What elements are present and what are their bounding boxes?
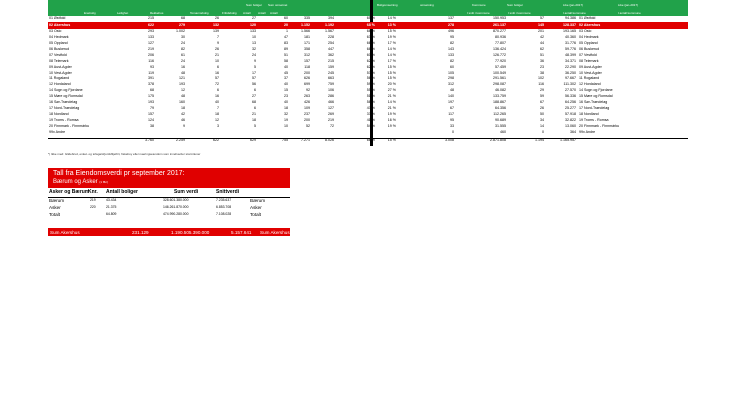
header-label: I antall kommune (563, 11, 586, 15)
sum-antall: 231.129 (132, 229, 149, 235)
sum-verdi: 1.190.505.390.000 (171, 229, 210, 235)
cell-antall: 64.809 (106, 212, 117, 216)
cell-sum: 474.990.280.000 (163, 212, 189, 216)
sum-akershus-row: Sum Akershus 231.129 1.190.505.390.000 5… (48, 228, 290, 236)
header-snittverdi: Snittverdi (216, 189, 240, 195)
header-label: Antall (258, 11, 266, 15)
header-label: Like (jan-2017) (618, 3, 639, 7)
value-cell-right: 460 (500, 129, 506, 134)
cell-antall: 43.434 (106, 198, 117, 202)
value-cell-right: 0 (542, 129, 544, 134)
header-label: Enebolig (84, 11, 96, 15)
county-name: 99x Andre (49, 129, 66, 134)
cell-name: Bærum (49, 198, 65, 203)
value-cell: 1.192 (325, 23, 334, 28)
sum-divider (48, 137, 688, 139)
header-sum-verdi: Sum verdi (174, 189, 199, 195)
county-name: 02 Akershus (49, 23, 71, 28)
table-row: 02 Akershus 622 279 132 120 20 1.152 1.192 68 % 1… (48, 22, 688, 30)
header-label: I snitt i kommune (508, 11, 531, 15)
cell-sum: 328.601.380.000 (163, 198, 189, 202)
sum-value: 3.760 (145, 138, 154, 142)
cell-sum: 146.261.870.000 (163, 205, 189, 209)
percent-cell: 13 % (387, 23, 396, 28)
cell-snitt: 7.108.028 (216, 212, 232, 216)
header-label: Kommune (472, 3, 486, 7)
sum-value-right: 1.165.957 (560, 138, 576, 142)
eiendomsverdi-header-row: Asker og Bærum Knr. Antall boliger Sum v… (48, 189, 290, 198)
header-antall: Antall boliger (106, 189, 138, 195)
subtitle-unit: (1 ffkr) (99, 180, 108, 184)
sum-snitt: 5.157.641 (231, 229, 252, 235)
sum-value: 8.026 (325, 138, 334, 142)
header-label: Tomannsbolig (190, 11, 209, 15)
header-label: Sum boliger (507, 3, 524, 7)
value-cell: 1.152 (301, 23, 310, 28)
header-label: Sum boliger (246, 3, 263, 7)
cell-name2: Bærum (250, 198, 266, 203)
sum-value: 622 (213, 138, 219, 142)
cell-antall: 21.375 (106, 205, 117, 209)
sum-value-right: 1.194 (535, 138, 544, 142)
sum-value: 755 (282, 138, 288, 142)
cell-snitt: 6.853.708 (216, 205, 232, 209)
header-label: Rekkehus (150, 11, 164, 15)
header-knr: Knr. (88, 189, 98, 195)
sum-percent: 15 % (387, 138, 396, 142)
sum-label: Sum Akershus (50, 229, 80, 235)
header-label: Fritidsbolig (222, 11, 237, 15)
value-cell-right: 278 (448, 23, 454, 28)
eiendomsverdi-subtitle: Bærum og Asker (1 ffkr) (53, 179, 108, 185)
value-cell: 622 (148, 23, 154, 28)
cell-name: Totalt (49, 212, 60, 217)
spreadsheet: Enebolig Leilighet Rekkehus Tomannsbolig Fri… (0, 0, 746, 419)
cell-name: Asker (49, 205, 61, 210)
value-cell: 279 (179, 23, 185, 28)
header-label: Antall (270, 11, 278, 15)
cell-knr: 219 (90, 198, 96, 202)
value-cell-right: 128.337 (563, 23, 576, 28)
value-cell: 20 (284, 23, 288, 28)
header-label: Sum omsetnet (268, 3, 288, 7)
table-row: 99x Andre 0 460 0 364 99x Andre (48, 130, 688, 136)
sum-value: 2.259 (176, 138, 185, 142)
header-label: Antall (243, 11, 251, 15)
value-cell: 120 (250, 23, 256, 28)
footnote: *) Ikke med: Glidebrud, enkel- og tofaga… (48, 152, 201, 156)
value-cell: 132 (213, 23, 219, 28)
sum-value-right: 3.008 (445, 138, 454, 142)
header-label: Leilighet (117, 11, 129, 15)
eiendomsverdi-row: Asker 220 21.375 146.261.870.000 6.853.708 As… (48, 205, 290, 211)
header-label: Boligomsetning (377, 3, 398, 7)
sum-row: 3.760 2.259 622 629 755 7.271 8.026 66 % 15 % 3.0… (48, 138, 688, 144)
header-label: Like (jan-2017) (563, 3, 584, 7)
cell-snitt: 7.235.637 (216, 198, 232, 202)
eiendomsverdi-row: Totalt 64.809 474.990.280.000 7.108.028 Tota… (48, 212, 290, 218)
eiendomsverdi-row: Bærum 219 43.434 328.601.380.000 7.235.637 Bæ… (48, 198, 290, 204)
value-cell-right: 145 (538, 23, 544, 28)
sum-percent: 66 % (366, 138, 375, 142)
cell-name2: Asker (250, 205, 262, 210)
value-cell-right: 261.137 (493, 23, 506, 28)
value-cell-right: 0 (452, 129, 454, 134)
percent-cell: 68 % (366, 23, 375, 28)
subtitle-text: Bærum og Asker (53, 179, 98, 185)
header-asker-baerum: Asker og Bærum (49, 189, 90, 195)
sum-value: 629 (250, 138, 256, 142)
header-label: I snitt i kommune (467, 11, 490, 15)
table-header-bar (48, 0, 688, 16)
county-name-right: 02 Akershus (579, 23, 601, 28)
value-cell-right: 364 (570, 129, 576, 134)
sum-value: 7.271 (301, 138, 310, 142)
sum-label-2: Sum Akershus (260, 229, 290, 235)
county-name-right: 99x Andre (579, 129, 596, 134)
eiendomsverdi-title-text: Tall fra Eiendomsverdi pr september 2017… (53, 170, 185, 177)
header-separator (370, 0, 373, 16)
cell-name2: Totalt (250, 212, 261, 217)
cell-knr: 220 (90, 205, 96, 209)
header-label: omsetning (420, 3, 434, 7)
header-label: I antall kommune (618, 11, 641, 15)
eiendomsverdi-title: Tall fra Eiendomsverdi pr september 2017… (48, 168, 290, 188)
sum-value-right: 2.871.808 (490, 138, 506, 142)
